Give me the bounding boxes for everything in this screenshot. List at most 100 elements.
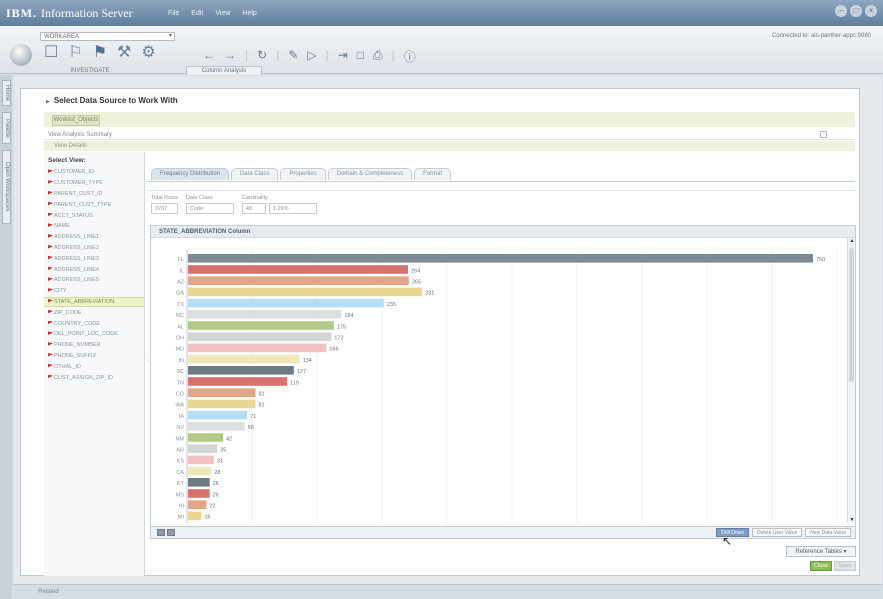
frequency-bar[interactable] bbox=[188, 265, 408, 274]
side-tab-home[interactable]: Home bbox=[2, 80, 11, 106]
refresh-icon[interactable]: ↻ bbox=[257, 48, 267, 65]
frequency-bar[interactable] bbox=[188, 287, 423, 297]
frequency-bar[interactable] bbox=[188, 377, 288, 386]
frequency-bar[interactable] bbox=[188, 466, 212, 476]
delete-user-value-button[interactable]: Delete User Value bbox=[752, 528, 803, 537]
save-button[interactable]: Save bbox=[834, 561, 856, 571]
forward-arrow-icon[interactable]: → bbox=[224, 48, 236, 65]
tab-data-class[interactable]: Data Class bbox=[231, 168, 279, 180]
view-item[interactable]: OTHAL_ID bbox=[44, 361, 144, 372]
app-title: Information Server bbox=[41, 6, 133, 20]
tab-domain-completeness[interactable]: Domain & Completeness bbox=[327, 168, 413, 180]
tab-column-analysis[interactable]: Column Analysis bbox=[186, 66, 262, 75]
home-pillar-icon[interactable]: ☐ bbox=[44, 45, 58, 61]
frequency-bar[interactable] bbox=[188, 354, 300, 364]
frequency-bar[interactable] bbox=[188, 321, 334, 330]
new-data-value-button[interactable]: New Data Value bbox=[805, 528, 851, 537]
investigate-pillar-icon[interactable]: ⚑ bbox=[93, 45, 107, 61]
operate-pillar-icon[interactable]: ⚙ bbox=[141, 45, 155, 61]
develop-pillar-icon[interactable]: ⚒ bbox=[117, 45, 131, 61]
chart-view-icon[interactable] bbox=[167, 529, 175, 536]
back-arrow-icon[interactable]: ← bbox=[203, 48, 215, 65]
menu-file[interactable]: File bbox=[168, 10, 179, 17]
view-item[interactable]: ZIP_CODE bbox=[44, 307, 144, 318]
frequency-bar[interactable] bbox=[188, 489, 210, 498]
table-view-icon[interactable] bbox=[157, 529, 165, 536]
frequency-bar[interactable] bbox=[188, 455, 214, 465]
overview-pillar-icon[interactable]: ⚐ bbox=[68, 45, 82, 61]
view-item[interactable]: ADDRESS_LINE1 bbox=[44, 232, 144, 243]
cardinality-values: 48 1.29% bbox=[241, 203, 317, 214]
workspace-select[interactable]: WORKAREA bbox=[40, 32, 175, 41]
view-item[interactable]: ADDRESS_LINE4 bbox=[44, 264, 144, 275]
maximize-button[interactable]: □ bbox=[850, 5, 862, 17]
tab-format[interactable]: Format bbox=[414, 168, 452, 180]
view-item[interactable]: CUSTOMER_TYPE bbox=[44, 178, 144, 189]
view-item[interactable]: DEL_POINT_LOC_CODE bbox=[44, 329, 144, 340]
frequency-bar[interactable] bbox=[188, 500, 207, 509]
document-icon[interactable]: □ bbox=[357, 48, 364, 65]
view-item[interactable]: CUSTOMER_ID bbox=[44, 167, 144, 178]
reference-tables-button[interactable]: Reference Tables ▾ bbox=[786, 546, 856, 557]
bar-value-label: 166 bbox=[329, 347, 338, 353]
select-data-source-header[interactable]: Select Data Source to Work With bbox=[46, 96, 178, 105]
view-item[interactable]: PARENT_CUST_ID bbox=[44, 189, 144, 200]
tab-frequency-distribution[interactable]: Frequency Distribution bbox=[151, 168, 230, 180]
close-button[interactable]: Close bbox=[810, 561, 832, 571]
minimize-button[interactable]: – bbox=[835, 5, 847, 17]
bar-value-label: 28 bbox=[214, 470, 220, 476]
frequency-bar[interactable] bbox=[188, 433, 223, 442]
scroll-down-icon[interactable]: ▼ bbox=[848, 517, 856, 523]
frequency-bar[interactable] bbox=[188, 388, 256, 397]
view-item[interactable]: PARENT_CUST_TYPE bbox=[44, 199, 144, 210]
globe-icon[interactable] bbox=[10, 44, 32, 66]
view-item[interactable]: NAME bbox=[44, 221, 144, 232]
view-item[interactable]: ADDRESS_LINE5 bbox=[44, 275, 144, 286]
menu-edit[interactable]: Edit bbox=[191, 10, 203, 17]
tab-properties[interactable]: Properties bbox=[280, 168, 326, 180]
run-icon[interactable]: ▷ bbox=[307, 48, 316, 65]
scroll-thumb[interactable] bbox=[849, 248, 854, 382]
frequency-bar[interactable] bbox=[188, 276, 409, 285]
menu-help[interactable]: Help bbox=[242, 10, 256, 17]
side-tab-open-workspaces[interactable]: Open Workspaces bbox=[2, 150, 11, 224]
help-icon[interactable]: ⓘ bbox=[404, 48, 416, 65]
frequency-bar[interactable] bbox=[188, 410, 248, 420]
related-bar[interactable]: Related bbox=[14, 584, 882, 599]
frequency-bar[interactable] bbox=[188, 332, 332, 341]
frequency-bar[interactable] bbox=[188, 310, 342, 319]
view-item[interactable]: ADDRESS_LINE2 bbox=[44, 243, 144, 254]
view-item[interactable]: CUST_ASSIGN_ZIP_ID bbox=[44, 372, 144, 383]
collapse-icon[interactable] bbox=[820, 131, 827, 138]
frequency-bar[interactable] bbox=[188, 399, 256, 409]
frequency-bar[interactable] bbox=[188, 343, 327, 353]
frequency-bar[interactable] bbox=[188, 254, 813, 263]
view-item[interactable]: COUNTRY_CODE bbox=[44, 318, 144, 329]
publish-icon[interactable]: ⇥ bbox=[338, 48, 348, 65]
chart-action-bar: Drill Down Delete User Value New Data Va… bbox=[150, 527, 856, 539]
view-item[interactable]: PHONE_NUMBER bbox=[44, 340, 144, 351]
view-item[interactable]: CITY bbox=[44, 286, 144, 297]
chart-scrollbar[interactable]: ▲ ▼ bbox=[847, 238, 855, 523]
view-item[interactable]: STATE_ABBREVIATION bbox=[44, 296, 144, 308]
menu-view[interactable]: View bbox=[215, 10, 230, 17]
frequency-bar[interactable] bbox=[188, 422, 245, 431]
frequency-bar[interactable] bbox=[188, 298, 384, 308]
frequency-bar[interactable] bbox=[188, 478, 210, 487]
view-item-label: ADDRESS_LINE1 bbox=[54, 234, 99, 241]
close-window-button[interactable]: × bbox=[865, 5, 877, 17]
view-details[interactable]: View Details bbox=[44, 141, 855, 151]
tab-worklist[interactable]: Worklist_Objects bbox=[52, 115, 100, 126]
view-item[interactable]: PHONE_SUFFIX bbox=[44, 351, 144, 362]
view-analysis-summary[interactable]: View Analysis Summary bbox=[44, 130, 855, 140]
frequency-bar[interactable] bbox=[188, 511, 202, 521]
view-item[interactable]: ACCT_STATUS bbox=[44, 210, 144, 221]
view-item[interactable]: ADDRESS_LINE3 bbox=[44, 253, 144, 264]
frequency-bar[interactable] bbox=[188, 366, 294, 375]
bar-value-label: 281 bbox=[425, 291, 434, 297]
frequency-bar[interactable] bbox=[188, 444, 218, 453]
edit-icon[interactable]: ✎ bbox=[288, 48, 298, 65]
scroll-up-icon[interactable]: ▲ bbox=[848, 238, 856, 244]
side-tab-palette[interactable]: Palette bbox=[2, 112, 11, 144]
print-icon[interactable]: ⎙ bbox=[373, 48, 383, 65]
